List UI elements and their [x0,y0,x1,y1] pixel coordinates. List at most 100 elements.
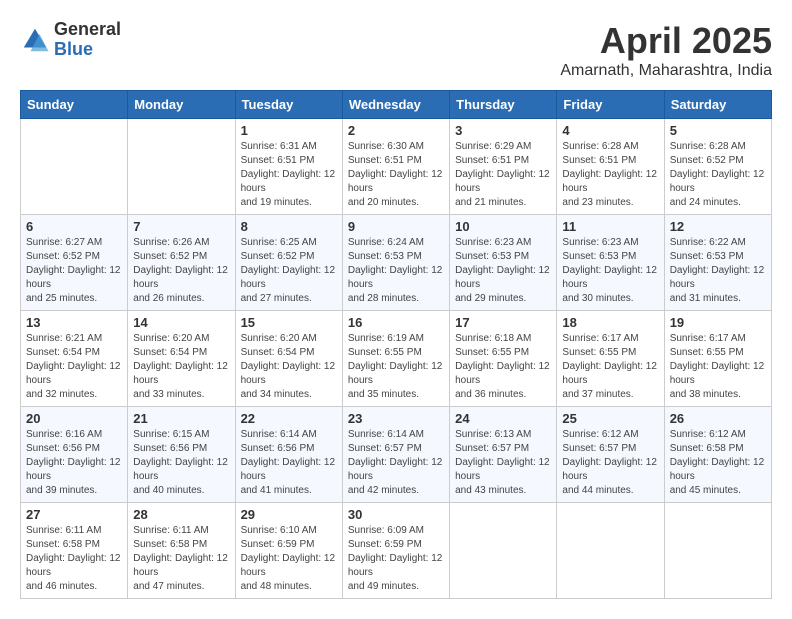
day-info: Sunrise: 6:30 AMSunset: 6:51 PMDaylight:… [348,140,444,210]
day-info: Sunrise: 6:20 AMSunset: 6:54 PMDaylight:… [133,332,229,402]
day-number: 30 [348,507,444,522]
logo-general: General [54,20,121,40]
day-cell: 30 Sunrise: 6:09 AMSunset: 6:59 PMDayligh… [342,503,449,599]
day-number: 10 [455,219,551,234]
day-info: Sunrise: 6:14 AMSunset: 6:56 PMDaylight:… [241,428,337,498]
day-info: Sunrise: 6:24 AMSunset: 6:53 PMDaylight:… [348,236,444,306]
day-info: Sunrise: 6:14 AMSunset: 6:57 PMDaylight:… [348,428,444,498]
day-number: 27 [26,507,122,522]
col-header-monday: Monday [128,91,235,119]
day-number: 20 [26,411,122,426]
day-info: Sunrise: 6:22 AMSunset: 6:53 PMDaylight:… [670,236,766,306]
col-header-sunday: Sunday [21,91,128,119]
logo: General Blue [20,20,121,60]
page-header: General Blue April 2025 Amarnath, Mahara… [20,20,772,80]
day-cell: 14 Sunrise: 6:20 AMSunset: 6:54 PMDayligh… [128,311,235,407]
day-number: 8 [241,219,337,234]
day-number: 15 [241,315,337,330]
day-cell [557,503,664,599]
day-cell [664,503,771,599]
day-number: 17 [455,315,551,330]
day-number: 19 [670,315,766,330]
day-cell: 29Sunrise: 6:10 AMSunset: 6:59 PMDayligh… [235,503,342,599]
day-info: Sunrise: 6:11 AMSunset: 6:58 PMDaylight:… [26,524,122,594]
day-info: Sunrise: 6:18 AMSunset: 6:55 PMDaylight:… [455,332,551,402]
day-number: 24 [455,411,551,426]
col-header-wednesday: Wednesday [342,91,449,119]
day-cell: 21 Sunrise: 6:15 AMSunset: 6:56 PMDayligh… [128,407,235,503]
day-info: Sunrise: 6:17 AMSunset: 6:55 PMDaylight:… [670,332,766,402]
day-info: Sunrise: 6:25 AMSunset: 6:52 PMDaylight:… [241,236,337,306]
day-number: 29 [241,507,337,522]
logo-icon [20,25,50,55]
day-info: Sunrise: 6:27 AMSunset: 6:52 PMDaylight:… [26,236,122,306]
day-info: Sunrise: 6:11 AMSunset: 6:58 PMDaylight:… [133,524,229,594]
day-cell: 8 Sunrise: 6:25 AMSunset: 6:52 PMDaylight… [235,215,342,311]
col-header-thursday: Thursday [450,91,557,119]
week-row-4: 20 Sunrise: 6:16 AMSunset: 6:56 PMDayligh… [21,407,772,503]
day-cell: 1Sunrise: 6:31 AMSunset: 6:51 PMDaylight… [235,119,342,215]
day-cell: 24 Sunrise: 6:13 AMSunset: 6:57 PMDayligh… [450,407,557,503]
day-cell: 25 Sunrise: 6:12 AMSunset: 6:57 PMDayligh… [557,407,664,503]
week-row-3: 13Sunrise: 6:21 AMSunset: 6:54 PMDayligh… [21,311,772,407]
day-cell: 16Sunrise: 6:19 AMSunset: 6:55 PMDayligh… [342,311,449,407]
day-info: Sunrise: 6:12 AMSunset: 6:57 PMDaylight:… [562,428,658,498]
day-number: 26 [670,411,766,426]
day-cell: 13Sunrise: 6:21 AMSunset: 6:54 PMDayligh… [21,311,128,407]
day-number: 25 [562,411,658,426]
day-number: 5 [670,123,766,138]
day-number: 14 [133,315,229,330]
day-number: 7 [133,219,229,234]
day-info: Sunrise: 6:09 AMSunset: 6:59 PMDaylight:… [348,524,444,594]
day-cell: 11 Sunrise: 6:23 AMSunset: 6:53 PMDayligh… [557,215,664,311]
col-header-tuesday: Tuesday [235,91,342,119]
day-number: 16 [348,315,444,330]
day-number: 23 [348,411,444,426]
day-info: Sunrise: 6:23 AMSunset: 6:53 PMDaylight:… [562,236,658,306]
day-cell: 5 Sunrise: 6:28 AMSunset: 6:52 PMDaylight… [664,119,771,215]
day-cell: 2 Sunrise: 6:30 AMSunset: 6:51 PMDaylight… [342,119,449,215]
month-title: April 2025 [560,20,772,62]
day-info: Sunrise: 6:28 AMSunset: 6:52 PMDaylight:… [670,140,766,210]
day-info: Sunrise: 6:31 AMSunset: 6:51 PMDaylight:… [241,140,337,210]
day-cell: 10 Sunrise: 6:23 AMSunset: 6:53 PMDayligh… [450,215,557,311]
logo-blue: Blue [54,40,121,60]
day-info: Sunrise: 6:15 AMSunset: 6:56 PMDaylight:… [133,428,229,498]
day-number: 21 [133,411,229,426]
day-cell: 4Sunrise: 6:28 AMSunset: 6:51 PMDaylight… [557,119,664,215]
col-header-friday: Friday [557,91,664,119]
day-cell: 9 Sunrise: 6:24 AMSunset: 6:53 PMDaylight… [342,215,449,311]
header-row: SundayMondayTuesdayWednesdayThursdayFrid… [21,91,772,119]
day-number: 11 [562,219,658,234]
day-info: Sunrise: 6:20 AMSunset: 6:54 PMDaylight:… [241,332,337,402]
day-cell: 7 Sunrise: 6:26 AMSunset: 6:52 PMDaylight… [128,215,235,311]
day-cell: 12 Sunrise: 6:22 AMSunset: 6:53 PMDayligh… [664,215,771,311]
day-info: Sunrise: 6:26 AMSunset: 6:52 PMDaylight:… [133,236,229,306]
week-row-5: 27 Sunrise: 6:11 AMSunset: 6:58 PMDayligh… [21,503,772,599]
week-row-2: 6 Sunrise: 6:27 AMSunset: 6:52 PMDaylight… [21,215,772,311]
day-info: Sunrise: 6:12 AMSunset: 6:58 PMDaylight:… [670,428,766,498]
day-info: Sunrise: 6:13 AMSunset: 6:57 PMDaylight:… [455,428,551,498]
day-number: 9 [348,219,444,234]
day-number: 2 [348,123,444,138]
day-cell: 26 Sunrise: 6:12 AMSunset: 6:58 PMDayligh… [664,407,771,503]
day-cell: 19 Sunrise: 6:17 AMSunset: 6:55 PMDayligh… [664,311,771,407]
day-number: 18 [562,315,658,330]
week-row-1: 1Sunrise: 6:31 AMSunset: 6:51 PMDaylight… [21,119,772,215]
day-info: Sunrise: 6:16 AMSunset: 6:56 PMDaylight:… [26,428,122,498]
day-cell [21,119,128,215]
day-number: 13 [26,315,122,330]
day-cell [128,119,235,215]
location-title: Amarnath, Maharashtra, India [560,62,772,80]
day-cell: 18 Sunrise: 6:17 AMSunset: 6:55 PMDayligh… [557,311,664,407]
day-cell: 22Sunrise: 6:14 AMSunset: 6:56 PMDayligh… [235,407,342,503]
day-info: Sunrise: 6:17 AMSunset: 6:55 PMDaylight:… [562,332,658,402]
title-block: April 2025 Amarnath, Maharashtra, India [560,20,772,80]
day-number: 6 [26,219,122,234]
day-info: Sunrise: 6:23 AMSunset: 6:53 PMDaylight:… [455,236,551,306]
day-cell: 27 Sunrise: 6:11 AMSunset: 6:58 PMDayligh… [21,503,128,599]
day-info: Sunrise: 6:29 AMSunset: 6:51 PMDaylight:… [455,140,551,210]
day-number: 3 [455,123,551,138]
day-number: 12 [670,219,766,234]
logo-text: General Blue [54,20,121,60]
